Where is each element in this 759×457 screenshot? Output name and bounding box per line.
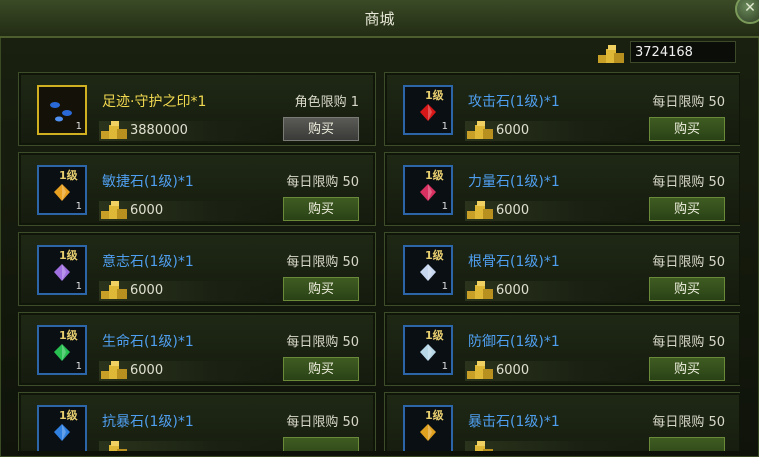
gold-coins-icon	[101, 201, 127, 219]
item-quantity: 1	[441, 361, 448, 372]
price-row: 6000	[99, 201, 279, 221]
item-slot[interactable]: 1级 1	[403, 245, 453, 295]
item-quantity: 1	[75, 121, 82, 132]
buy-button[interactable]: 购买	[649, 197, 725, 221]
title-bar: 商城	[0, 0, 759, 38]
item-price: 3880000	[130, 123, 188, 138]
gold-coins-icon	[101, 121, 127, 139]
buy-button[interactable]: 购买	[649, 357, 725, 381]
currency-balance: 3724168	[596, 41, 742, 65]
item-quantity: 1	[75, 281, 82, 292]
shop-item-card: 1级 1 攻击石(1级)*1 每日限购 50 6000 购买	[384, 72, 740, 146]
item-slot[interactable]: 1级	[37, 405, 87, 455]
level-badge: 1级	[425, 169, 444, 182]
price-row: 6000	[99, 281, 279, 301]
purchase-limit: 每日限购 50	[286, 335, 359, 350]
gold-coins-icon	[598, 45, 624, 63]
item-name: 根骨石(1级)*1	[468, 254, 560, 270]
gold-amount: 3724168	[630, 41, 736, 63]
item-list[interactable]: 1 足迹·守护之印*1 角色限购 1 3880000 购买 1级 1 攻击石(1…	[18, 72, 740, 455]
window-title: 商城	[364, 10, 395, 28]
level-badge: 1级	[425, 409, 444, 422]
buy-button[interactable]: 购买	[283, 277, 359, 301]
buy-button[interactable]: 购买	[649, 277, 725, 301]
level-badge: 1级	[59, 329, 78, 342]
shop-item-card: 1级 1 意志石(1级)*1 每日限购 50 6000 购买	[18, 232, 376, 306]
item-quantity: 1	[441, 201, 448, 212]
item-name: 生命石(1级)*1	[102, 334, 194, 350]
shop-item-card: 1级 1 敏捷石(1级)*1 每日限购 50 6000 购买	[18, 152, 376, 226]
gold-coins-icon	[467, 361, 493, 379]
item-price: 6000	[130, 363, 164, 378]
gold-coins-icon	[467, 121, 493, 139]
purchase-limit: 每日限购 50	[286, 175, 359, 190]
purchase-limit: 每日限购 50	[652, 415, 725, 430]
item-slot[interactable]: 1	[37, 85, 87, 135]
item-name: 足迹·守护之印*1	[102, 94, 207, 110]
buy-button[interactable]: 购买	[283, 197, 359, 221]
item-name: 攻击石(1级)*1	[468, 94, 560, 110]
item-slot[interactable]: 1级 1	[403, 165, 453, 215]
purchase-limit: 每日限购 50	[652, 95, 725, 110]
item-name: 抗暴石(1级)*1	[102, 414, 194, 430]
gold-coins-icon	[467, 281, 493, 299]
item-price: 6000	[496, 363, 530, 378]
gold-coins-icon	[101, 361, 127, 379]
gold-coins-icon	[467, 201, 493, 219]
item-slot[interactable]: 1级	[403, 405, 453, 455]
item-price: 6000	[496, 203, 530, 218]
item-quantity: 1	[75, 201, 82, 212]
shop-item-card: 1级 1 防御石(1级)*1 每日限购 50 6000 购买	[384, 312, 740, 386]
buy-button[interactable]: 购买	[283, 357, 359, 381]
purchase-limit: 每日限购 50	[286, 255, 359, 270]
list-fade	[18, 451, 740, 455]
item-price: 6000	[130, 283, 164, 298]
item-name: 防御石(1级)*1	[468, 334, 560, 350]
item-name: 敏捷石(1级)*1	[102, 174, 194, 190]
level-badge: 1级	[425, 249, 444, 262]
item-slot[interactable]: 1级 1	[37, 245, 87, 295]
price-row: 6000	[465, 361, 645, 381]
shop-item-card: 1级 暴击石(1级)*1 每日限购 50	[384, 392, 740, 455]
item-name: 力量石(1级)*1	[468, 174, 560, 190]
price-row: 3880000	[99, 121, 279, 141]
price-row: 6000	[465, 121, 645, 141]
purchase-limit: 每日限购 50	[652, 255, 725, 270]
price-row: 6000	[465, 281, 645, 301]
price-row: 6000	[99, 361, 279, 381]
shop-item-card: 1 足迹·守护之印*1 角色限购 1 3880000 购买	[18, 72, 376, 146]
item-price: 6000	[496, 283, 530, 298]
item-price: 6000	[496, 123, 530, 138]
shop-item-card: 1级 1 生命石(1级)*1 每日限购 50 6000 购买	[18, 312, 376, 386]
purchase-limit: 每日限购 50	[652, 335, 725, 350]
purchase-limit: 每日限购 50	[286, 415, 359, 430]
purchase-limit: 每日限购 50	[652, 175, 725, 190]
gold-coins-icon	[101, 281, 127, 299]
price-row: 6000	[465, 201, 645, 221]
level-badge: 1级	[425, 329, 444, 342]
item-name: 暴击石(1级)*1	[468, 414, 560, 430]
item-quantity: 1	[441, 281, 448, 292]
item-slot[interactable]: 1级 1	[403, 325, 453, 375]
item-slot[interactable]: 1级 1	[403, 85, 453, 135]
purchase-limit: 角色限购 1	[294, 95, 359, 110]
item-quantity: 1	[75, 361, 82, 372]
item-slot[interactable]: 1级 1	[37, 165, 87, 215]
item-slot[interactable]: 1级 1	[37, 325, 87, 375]
level-badge: 1级	[425, 89, 444, 102]
level-badge: 1级	[59, 169, 78, 182]
item-price: 6000	[130, 203, 164, 218]
shop-item-card: 1级 1 力量石(1级)*1 每日限购 50 6000 购买	[384, 152, 740, 226]
buy-button[interactable]: 购买	[283, 117, 359, 141]
shop-item-card: 1级 1 根骨石(1级)*1 每日限购 50 6000 购买	[384, 232, 740, 306]
shop-item-card: 1级 抗暴石(1级)*1 每日限购 50	[18, 392, 376, 455]
item-name: 意志石(1级)*1	[102, 254, 194, 270]
level-badge: 1级	[59, 249, 78, 262]
buy-button[interactable]: 购买	[649, 117, 725, 141]
level-badge: 1级	[59, 409, 78, 422]
item-quantity: 1	[441, 121, 448, 132]
